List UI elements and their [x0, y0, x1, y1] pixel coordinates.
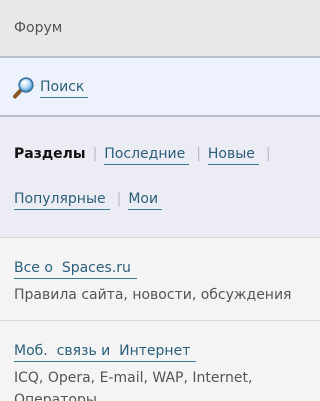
tab-mine[interactable]: Мои	[128, 191, 163, 210]
forum-link-mobile[interactable]: Моб. связь и Интернет	[14, 343, 197, 362]
sections-row: Популярные | Мои	[14, 191, 163, 210]
forum-list-item: Все о Spaces.ru Правила сайта, новости, …	[0, 238, 320, 321]
search-link[interactable]: Поиск	[12, 77, 89, 99]
forum-description: ICQ, Opera, E-mail, WAP, Internet, Опера…	[14, 370, 253, 401]
separator: |	[265, 146, 271, 162]
page-title: Форум	[14, 20, 63, 36]
separator: |	[92, 146, 98, 162]
forum-link-spaces[interactable]: Все о Spaces.ru	[14, 260, 137, 279]
forum-page: Форум Поиск Разделы | Последние | Новые …	[0, 0, 320, 401]
separator: |	[196, 146, 201, 162]
magnifier-icon	[12, 77, 36, 99]
sections-current: Разделы	[14, 146, 86, 162]
search-bar: Поиск	[0, 58, 320, 117]
sections-nav: Разделы | Последние | Новые | Популярные…	[0, 117, 320, 238]
tab-popular[interactable]: Популярные	[14, 191, 110, 210]
forum-description: Правила сайта, новости, обсуждения	[14, 287, 292, 303]
tab-latest[interactable]: Последние	[104, 146, 190, 165]
separator: |	[116, 191, 122, 207]
search-label: Поиск	[40, 79, 89, 98]
forum-list-item: Моб. связь и Интернет ICQ, Opera, E-mail…	[0, 321, 320, 401]
page-header: Форум	[0, 0, 320, 58]
tab-new[interactable]: Новые	[207, 146, 259, 165]
sections-row: Разделы | Последние | Новые |	[14, 146, 278, 165]
